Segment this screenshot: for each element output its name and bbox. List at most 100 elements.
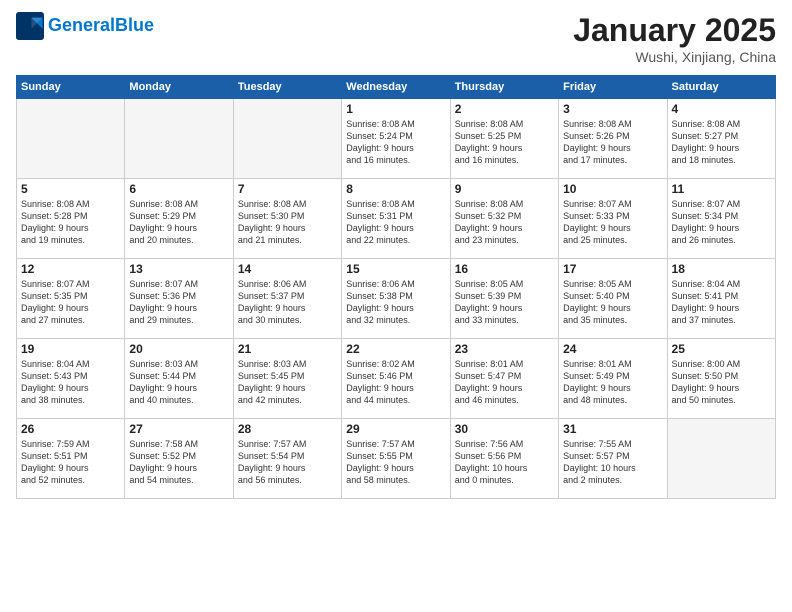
calendar-cell: 7 Sunrise: 8:08 AM Sunset: 5:30 PM Daylig… xyxy=(233,179,341,259)
cell-info: Sunrise: 8:06 AM Sunset: 5:37 PM Dayligh… xyxy=(238,278,337,327)
day-number: 25 xyxy=(672,342,771,356)
calendar-cell xyxy=(233,99,341,179)
weekday-header: Thursday xyxy=(450,76,558,99)
cell-info: Sunrise: 8:02 AM Sunset: 5:46 PM Dayligh… xyxy=(346,358,445,407)
calendar-cell: 18 Sunrise: 8:04 AM Sunset: 5:41 PM Dayli… xyxy=(667,259,775,339)
calendar-cell: 14 Sunrise: 8:06 AM Sunset: 5:37 PM Dayli… xyxy=(233,259,341,339)
day-number: 9 xyxy=(455,182,554,196)
calendar-cell: 27 Sunrise: 7:58 AM Sunset: 5:52 PM Dayli… xyxy=(125,419,233,499)
day-number: 15 xyxy=(346,262,445,276)
cell-info: Sunrise: 8:06 AM Sunset: 5:38 PM Dayligh… xyxy=(346,278,445,327)
day-number: 18 xyxy=(672,262,771,276)
logo: GeneralBlue xyxy=(16,12,154,40)
calendar-cell: 13 Sunrise: 8:07 AM Sunset: 5:36 PM Dayli… xyxy=(125,259,233,339)
cell-info: Sunrise: 7:57 AM Sunset: 5:54 PM Dayligh… xyxy=(238,438,337,487)
calendar-cell: 11Sunrise: 8:07 AM Sunset: 5:34 PM Dayli… xyxy=(667,179,775,259)
month-title: January 2025 xyxy=(573,12,776,49)
calendar-cell xyxy=(17,99,125,179)
cell-info: Sunrise: 8:03 AM Sunset: 5:44 PM Dayligh… xyxy=(129,358,228,407)
calendar-cell: 20 Sunrise: 8:03 AM Sunset: 5:44 PM Dayli… xyxy=(125,339,233,419)
calendar-cell: 10Sunrise: 8:07 AM Sunset: 5:33 PM Dayli… xyxy=(559,179,667,259)
cell-info: Sunrise: 8:07 AM Sunset: 5:36 PM Dayligh… xyxy=(129,278,228,327)
calendar-cell: 19 Sunrise: 8:04 AM Sunset: 5:43 PM Dayli… xyxy=(17,339,125,419)
calendar-cell: 30 Sunrise: 7:56 AM Sunset: 5:56 PM Dayli… xyxy=(450,419,558,499)
calendar-cell: 24 Sunrise: 8:01 AM Sunset: 5:49 PM Dayli… xyxy=(559,339,667,419)
weekday-header: Tuesday xyxy=(233,76,341,99)
day-number: 26 xyxy=(21,422,120,436)
day-number: 28 xyxy=(238,422,337,436)
day-number: 3 xyxy=(563,102,662,116)
day-number: 27 xyxy=(129,422,228,436)
calendar-cell: 29 Sunrise: 7:57 AM Sunset: 5:55 PM Dayli… xyxy=(342,419,450,499)
day-number: 12 xyxy=(21,262,120,276)
logo-general: General xyxy=(48,15,115,35)
cell-info: Sunrise: 7:55 AM Sunset: 5:57 PM Dayligh… xyxy=(563,438,662,487)
day-number: 19 xyxy=(21,342,120,356)
day-number: 24 xyxy=(563,342,662,356)
weekday-header: Monday xyxy=(125,76,233,99)
cell-info: Sunrise: 8:07 AM Sunset: 5:35 PM Dayligh… xyxy=(21,278,120,327)
calendar-header-row: SundayMondayTuesdayWednesdayThursdayFrid… xyxy=(17,76,776,99)
weekday-header: Wednesday xyxy=(342,76,450,99)
calendar-cell: 16Sunrise: 8:05 AM Sunset: 5:39 PM Dayli… xyxy=(450,259,558,339)
day-number: 5 xyxy=(21,182,120,196)
cell-info: Sunrise: 8:08 AM Sunset: 5:31 PM Dayligh… xyxy=(346,198,445,247)
cell-info: Sunrise: 7:56 AM Sunset: 5:56 PM Dayligh… xyxy=(455,438,554,487)
weekday-header: Saturday xyxy=(667,76,775,99)
calendar-cell: 22Sunrise: 8:02 AM Sunset: 5:46 PM Dayli… xyxy=(342,339,450,419)
calendar-cell: 12 Sunrise: 8:07 AM Sunset: 5:35 PM Dayli… xyxy=(17,259,125,339)
day-number: 10 xyxy=(563,182,662,196)
cell-info: Sunrise: 8:08 AM Sunset: 5:29 PM Dayligh… xyxy=(129,198,228,247)
calendar-cell: 17 Sunrise: 8:05 AM Sunset: 5:40 PM Dayli… xyxy=(559,259,667,339)
calendar-cell xyxy=(125,99,233,179)
calendar: SundayMondayTuesdayWednesdayThursdayFrid… xyxy=(16,75,776,499)
calendar-cell: 21Sunrise: 8:03 AM Sunset: 5:45 PM Dayli… xyxy=(233,339,341,419)
cell-info: Sunrise: 8:01 AM Sunset: 5:47 PM Dayligh… xyxy=(455,358,554,407)
calendar-cell: 8 Sunrise: 8:08 AM Sunset: 5:31 PM Daylig… xyxy=(342,179,450,259)
calendar-cell: 2Sunrise: 8:08 AM Sunset: 5:25 PM Daylig… xyxy=(450,99,558,179)
calendar-week-row: 5 Sunrise: 8:08 AM Sunset: 5:28 PM Daylig… xyxy=(17,179,776,259)
calendar-cell: 26 Sunrise: 7:59 AM Sunset: 5:51 PM Dayli… xyxy=(17,419,125,499)
cell-info: Sunrise: 7:58 AM Sunset: 5:52 PM Dayligh… xyxy=(129,438,228,487)
day-number: 8 xyxy=(346,182,445,196)
cell-info: Sunrise: 8:04 AM Sunset: 5:41 PM Dayligh… xyxy=(672,278,771,327)
calendar-cell: 25Sunrise: 8:00 AM Sunset: 5:50 PM Dayli… xyxy=(667,339,775,419)
day-number: 14 xyxy=(238,262,337,276)
calendar-week-row: 12 Sunrise: 8:07 AM Sunset: 5:35 PM Dayli… xyxy=(17,259,776,339)
calendar-cell: 3 Sunrise: 8:08 AM Sunset: 5:26 PM Daylig… xyxy=(559,99,667,179)
day-number: 23 xyxy=(455,342,554,356)
location: Wushi, Xinjiang, China xyxy=(573,49,776,65)
cell-info: Sunrise: 8:08 AM Sunset: 5:24 PM Dayligh… xyxy=(346,118,445,167)
calendar-cell: 4 Sunrise: 8:08 AM Sunset: 5:27 PM Daylig… xyxy=(667,99,775,179)
weekday-header: Sunday xyxy=(17,76,125,99)
cell-info: Sunrise: 8:08 AM Sunset: 5:30 PM Dayligh… xyxy=(238,198,337,247)
calendar-week-row: 19 Sunrise: 8:04 AM Sunset: 5:43 PM Dayli… xyxy=(17,339,776,419)
calendar-cell: 6 Sunrise: 8:08 AM Sunset: 5:29 PM Daylig… xyxy=(125,179,233,259)
cell-info: Sunrise: 8:08 AM Sunset: 5:28 PM Dayligh… xyxy=(21,198,120,247)
cell-info: Sunrise: 8:08 AM Sunset: 5:27 PM Dayligh… xyxy=(672,118,771,167)
calendar-cell: 5 Sunrise: 8:08 AM Sunset: 5:28 PM Daylig… xyxy=(17,179,125,259)
header: GeneralBlue January 2025 Wushi, Xinjiang… xyxy=(16,12,776,65)
day-number: 4 xyxy=(672,102,771,116)
day-number: 31 xyxy=(563,422,662,436)
day-number: 16 xyxy=(455,262,554,276)
cell-info: Sunrise: 7:59 AM Sunset: 5:51 PM Dayligh… xyxy=(21,438,120,487)
day-number: 17 xyxy=(563,262,662,276)
cell-info: Sunrise: 8:08 AM Sunset: 5:26 PM Dayligh… xyxy=(563,118,662,167)
day-number: 13 xyxy=(129,262,228,276)
cell-info: Sunrise: 7:57 AM Sunset: 5:55 PM Dayligh… xyxy=(346,438,445,487)
day-number: 6 xyxy=(129,182,228,196)
calendar-week-row: 1Sunrise: 8:08 AM Sunset: 5:24 PM Daylig… xyxy=(17,99,776,179)
page: GeneralBlue January 2025 Wushi, Xinjiang… xyxy=(0,0,792,612)
day-number: 30 xyxy=(455,422,554,436)
cell-info: Sunrise: 8:04 AM Sunset: 5:43 PM Dayligh… xyxy=(21,358,120,407)
cell-info: Sunrise: 8:05 AM Sunset: 5:40 PM Dayligh… xyxy=(563,278,662,327)
day-number: 20 xyxy=(129,342,228,356)
calendar-cell: 31 Sunrise: 7:55 AM Sunset: 5:57 PM Dayli… xyxy=(559,419,667,499)
cell-info: Sunrise: 8:01 AM Sunset: 5:49 PM Dayligh… xyxy=(563,358,662,407)
calendar-week-row: 26 Sunrise: 7:59 AM Sunset: 5:51 PM Dayli… xyxy=(17,419,776,499)
day-number: 29 xyxy=(346,422,445,436)
day-number: 7 xyxy=(238,182,337,196)
title-block: January 2025 Wushi, Xinjiang, China xyxy=(573,12,776,65)
calendar-cell: 15 Sunrise: 8:06 AM Sunset: 5:38 PM Dayli… xyxy=(342,259,450,339)
